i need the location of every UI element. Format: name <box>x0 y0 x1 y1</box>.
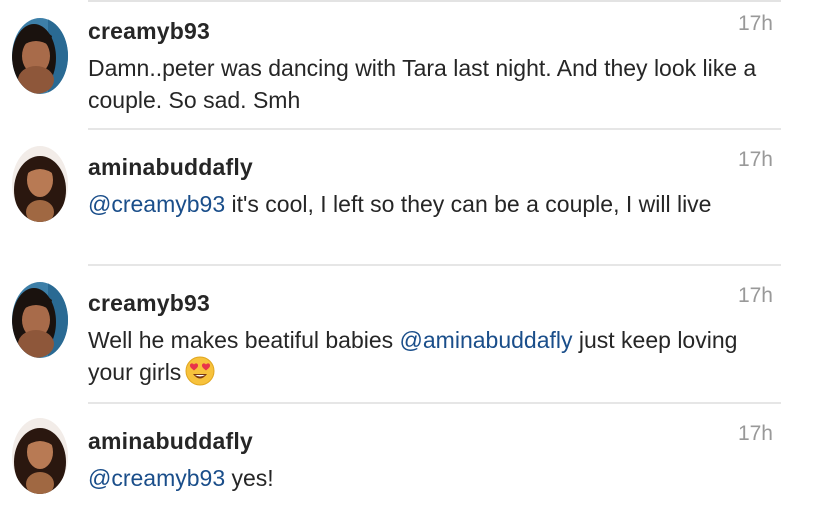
comment-text: Well he makes beatiful babies @aminabudd… <box>88 324 768 388</box>
comment-text-body: Well he makes beatiful babies <box>88 327 400 353</box>
comment-timestamp: 17h <box>737 422 773 445</box>
avatar[interactable] <box>12 18 68 94</box>
comment-username[interactable]: creamyb93 <box>88 18 210 45</box>
comment-username[interactable]: creamyb93 <box>88 290 210 317</box>
comment-timestamp: 17h <box>737 148 773 171</box>
comment-divider <box>88 128 781 130</box>
comment-text: @creamyb93 it's cool, I left so they can… <box>88 188 768 220</box>
comment-text: @creamyb93 yes! <box>88 462 768 494</box>
heart-eyes-emoji-icon <box>185 356 215 386</box>
comment-text-body: it's cool, I left so they can be a coupl… <box>225 191 712 217</box>
comment-username[interactable]: aminabuddafly <box>88 154 253 181</box>
avatar[interactable] <box>12 282 68 358</box>
comment-divider <box>88 264 781 266</box>
avatar[interactable] <box>12 418 68 494</box>
mention-link[interactable]: @creamyb93 <box>88 465 225 491</box>
avatar[interactable] <box>12 146 68 222</box>
comment-username[interactable]: aminabuddafly <box>88 428 253 455</box>
top-divider <box>88 0 781 2</box>
comment-text: Damn..peter was dancing with Tara last n… <box>88 55 757 113</box>
comment-text-body: yes! <box>225 465 274 491</box>
comment-timestamp: 17h <box>737 284 773 307</box>
mention-link[interactable]: @creamyb93 <box>88 191 225 217</box>
mention-link[interactable]: @aminabuddafly <box>400 327 573 353</box>
comment-timestamp: 17h <box>737 12 773 35</box>
comment-divider <box>88 402 781 404</box>
